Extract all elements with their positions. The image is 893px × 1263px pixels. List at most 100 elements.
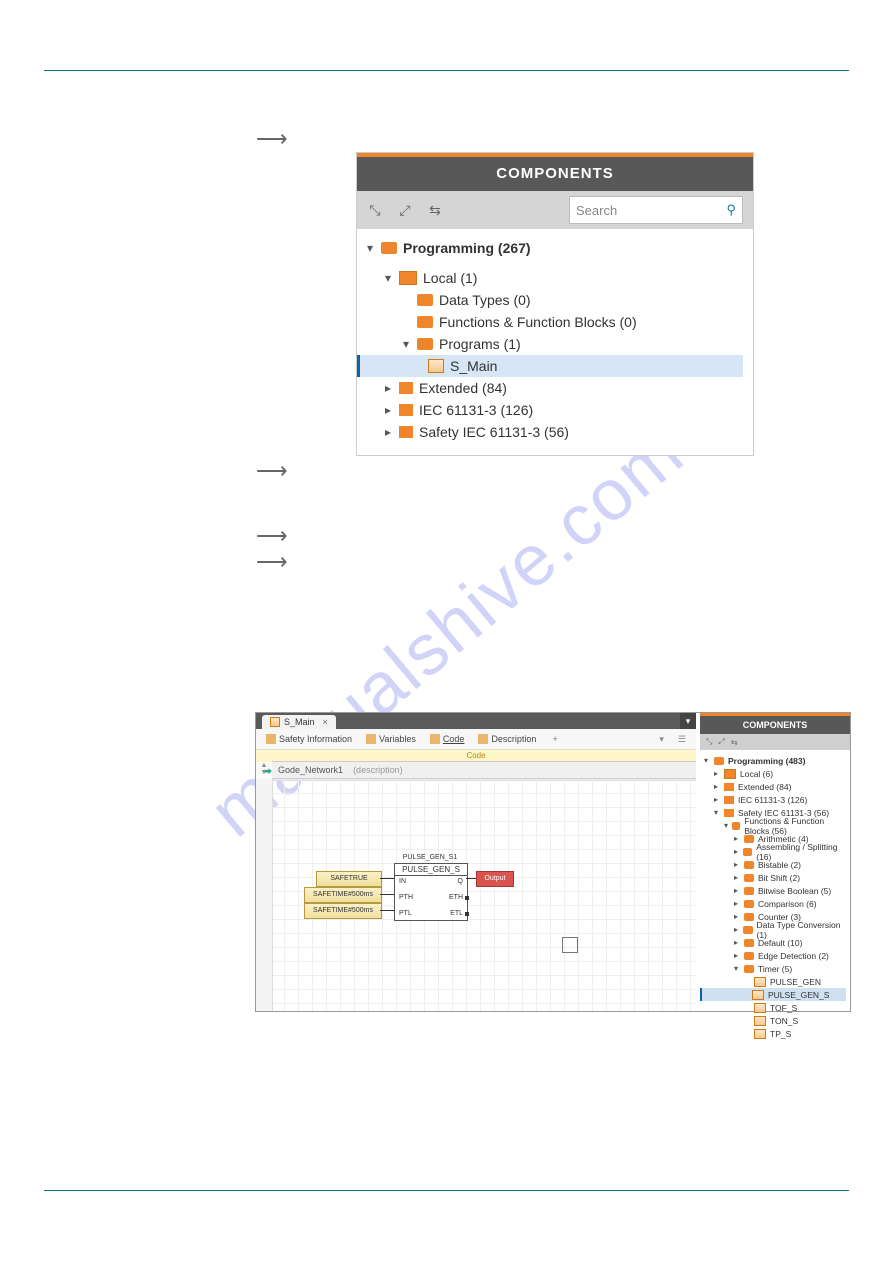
tree-local[interactable]: ▾Local (1) [367,267,743,289]
filter-icon[interactable]: ⚲ [726,202,736,218]
chevron-down-icon[interactable]: ▾ [704,756,714,765]
tree-pulse-gen-s[interactable]: PULSE_GEN_S [700,988,846,1001]
collapse-all-icon[interactable]: ⤢ [397,202,413,218]
chevron-right-icon[interactable]: ▸ [385,425,399,439]
chevron-down-icon[interactable]: ▾ [714,808,724,817]
chevron-right-icon[interactable]: ▸ [734,951,744,960]
tree-root[interactable]: ▾Programming (483) [704,754,846,767]
tree-s-main[interactable]: S_Main [357,355,743,377]
chevron-right-icon[interactable]: ▸ [734,886,744,895]
panel-title: COMPONENTS [700,716,850,734]
fb-type: PULSE_GEN_S [395,864,467,876]
chevron-down-icon[interactable]: ▾ [724,821,732,830]
tree-timer[interactable]: ▾Timer (5) [704,962,846,975]
tree-bitshift[interactable]: ▸Bit Shift (2) [704,871,846,884]
chevron-down-icon[interactable]: ▾ [367,241,381,255]
shield-icon [266,734,276,744]
reorder-handle[interactable]: ▲▼ [257,761,271,777]
tree-dataconv[interactable]: ▸Data Type Conversion (1) [704,923,846,936]
tree-ffb[interactable]: Functions & Function Blocks (0) [367,311,743,333]
fb-output[interactable]: Output [476,871,514,887]
program-icon [428,359,444,373]
tree-ffb[interactable]: ▾Functions & Function Blocks (56) [704,819,846,832]
fb-port-ptl: PTL [399,910,412,917]
chevron-right-icon[interactable]: ▸ [385,403,399,417]
subtab-safety-info[interactable]: Safety Information [266,734,352,744]
fb-input-ptl[interactable]: SAFETIME#500ms [304,903,382,919]
folder-icon [417,294,433,306]
chevron-right-icon[interactable]: ▸ [734,899,744,908]
menu-icon[interactable]: ☰ [678,734,686,745]
chevron-right-icon[interactable]: ▸ [734,834,744,843]
tab-overflow-button[interactable]: ▾ [680,713,696,729]
tree-extended[interactable]: ▸Extended (84) [367,377,743,399]
network-header[interactable]: Gode_Network1 (description) [272,761,696,779]
tree-comparison[interactable]: ▸ Comparison (6) [704,897,846,910]
chevron-right-icon[interactable]: ▸ [385,381,399,395]
subtab-variables[interactable]: Variables [366,734,416,744]
tree-label: TON_S [770,1016,798,1026]
selection-handle[interactable] [562,937,578,953]
close-icon[interactable]: × [323,717,328,727]
add-subtab-button[interactable]: + [552,734,557,744]
tree-edge[interactable]: ▸Edge Detection (2) [704,949,846,962]
tree-label: Bitwise Boolean (5) [758,886,831,896]
chevron-right-icon[interactable]: ▸ [714,782,724,791]
chevron-right-icon[interactable]: ▸ [734,925,743,934]
tree-tof-s[interactable]: TOF_S [704,1001,846,1014]
chevron-right-icon[interactable]: ▸ [734,847,743,856]
fb-input-in[interactable]: SAFETRUE [316,871,382,887]
fb-pin [465,896,469,900]
expand-all-icon[interactable]: ⤡ [367,202,383,218]
fb-instance-label: PULSE_GEN_S1 [394,854,466,861]
fbd-grid[interactable]: SAFETRUE SAFETIME#500ms SAFETIME#500ms P… [256,779,696,1011]
folder-icon [744,900,754,908]
tree-label: Functions & Function Blocks (0) [439,314,637,330]
chevron-down-icon[interactable]: ▾ [403,337,417,351]
tree-bitbool[interactable]: ▸ Bitwise Boolean (5) [704,884,846,897]
rule-bottom [44,1190,849,1191]
sync-icon[interactable]: ⇆ [427,202,443,218]
tree-label: Comparison (6) [758,899,817,909]
search-input[interactable]: Search ⚲ [569,196,743,224]
panel-toolbar: ⤡ ⤢ ⇆ [700,734,850,750]
function-block[interactable]: PULSE_GEN_S IN Q PTH ETH PTL ETL [394,863,468,921]
chevron-down-icon[interactable]: ▾ [385,271,399,285]
network-description: (description) [353,765,403,775]
tree-label: Data Types (0) [439,292,531,308]
chevron-right-icon[interactable]: ▸ [734,860,744,869]
chevron-right-icon[interactable]: ▸ [734,938,744,947]
fb-port-q: Q [458,878,463,885]
fb-input-pth[interactable]: SAFETIME#500ms [304,887,382,903]
tree-local[interactable]: ▸Local (6) [704,767,846,780]
chevron-right-icon[interactable]: ▸ [714,769,724,778]
tree-datatypes[interactable]: Data Types (0) [367,289,743,311]
tree-root[interactable]: ▾Programming (267) [367,237,743,259]
editor-file-tab[interactable]: S_Main × [262,715,336,729]
component-tree: ▾Programming (267) ▾Local (1) Data Types… [357,229,753,455]
tree-iec[interactable]: ▸IEC 61131-3 (126) [704,793,846,806]
tree-iec[interactable]: ▸IEC 61131-3 (126) [367,399,743,421]
tree-pulse-gen[interactable]: PULSE_GEN [704,975,846,988]
collapse-all-icon[interactable]: ⤢ [718,737,724,747]
chevron-down-icon[interactable]: ▾ [734,964,744,973]
expand-all-icon[interactable]: ⤡ [706,737,712,747]
sync-icon[interactable]: ⇆ [731,738,738,747]
tree-ton-s[interactable]: TON_S [704,1014,846,1027]
subtab-description[interactable]: Description [478,734,536,744]
tree-tp-s[interactable]: TP_S [704,1027,846,1040]
tree-label: Bistable (2) [758,860,801,870]
chevron-right-icon[interactable]: ▸ [714,795,724,804]
subtab-code[interactable]: Code [430,734,465,744]
chevron-right-icon[interactable]: ▸ [734,873,744,882]
step-arrow-icon: ⟶ [256,126,288,152]
tree-programs[interactable]: ▾Programs (1) [367,333,743,355]
folder-icon [744,887,754,895]
tree-label: PULSE_GEN_S [768,990,829,1000]
chevron-down-icon[interactable]: ▾ [659,734,664,745]
tree-safety[interactable]: ▸Safety IEC 61131-3 (56) [367,421,743,443]
chevron-right-icon[interactable]: ▸ [734,912,744,921]
tree-label: S_Main [450,358,497,374]
tree-assembling[interactable]: ▸Assembling / Splitting (16) [704,845,846,858]
tree-extended[interactable]: ▸Extended (84) [704,780,846,793]
